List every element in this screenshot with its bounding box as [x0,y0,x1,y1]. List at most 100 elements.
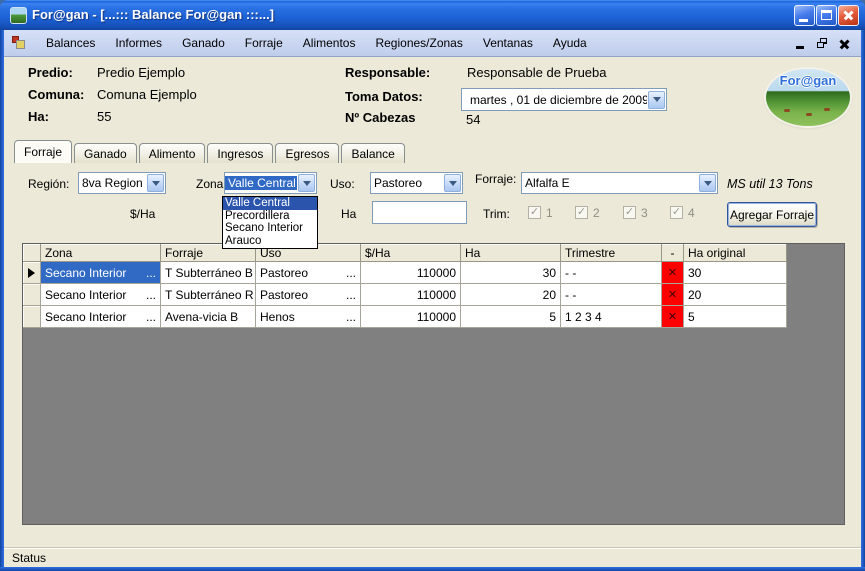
tab-ganado[interactable]: Ganado [74,143,137,163]
ellipsis-button[interactable]: ... [346,266,356,280]
col-header-ha[interactable]: Ha [461,244,561,262]
comuna-value: Comuna Ejemplo [97,87,197,102]
zona-option-arauco[interactable]: Arauco [223,235,317,248]
grid-corner-cell [23,244,41,262]
toma-datos-label: Toma Datos: [345,89,423,104]
table-row: Secano Interior... T Subterráneo R Pasto… [23,284,844,306]
row-selector-cell[interactable] [23,262,41,284]
cell-pha[interactable]: 110000 [361,284,461,306]
col-header-delete[interactable]: - [662,244,684,262]
mdi-close-button[interactable] [839,38,851,50]
ellipsis-button[interactable]: ... [146,288,156,302]
forraje-dropdown-button[interactable] [699,174,716,192]
cell-forraje[interactable]: T Subterráneo B [161,262,256,284]
close-button[interactable] [838,5,859,26]
ellipsis-button[interactable]: ... [346,310,356,324]
forraje-combobox[interactable]: Alfalfa E [521,172,718,194]
delete-row-button[interactable]: ✕ [662,306,684,328]
check-icon: ✓ [672,207,681,218]
cell-uso[interactable]: Pastoreo... [256,284,361,306]
delete-row-button[interactable]: ✕ [662,262,684,284]
cell-zona[interactable]: Secano Interior... [41,262,161,284]
cell-zona[interactable]: Secano Interior... [41,284,161,306]
menu-regiones-zonas[interactable]: Regiones/Zonas [365,30,472,56]
zona-option-valle-central[interactable]: Valle Central [223,197,317,210]
window-frame-bottom [0,567,865,571]
mdi-minimize-button[interactable] [795,38,807,50]
cell-trimestre[interactable]: 1 2 3 4 [561,306,662,328]
menu-ayuda[interactable]: Ayuda [543,30,597,56]
ha-label: Ha: [28,109,49,124]
window-frame-right [861,30,865,567]
col-header-ha-original[interactable]: Ha original [684,244,787,262]
trim-1-checkbox[interactable]: ✓ [528,206,541,219]
row-selector-cell[interactable] [23,284,41,306]
cell-trimestre[interactable]: - - [561,284,662,306]
zona-option-secano-interior[interactable]: Secano Interior [223,222,317,235]
window-title: For@gan - [...::: Balance For@gan :::...… [32,0,274,30]
ellipsis-button[interactable]: ... [146,266,156,280]
tab-ingresos[interactable]: Ingresos [207,143,273,163]
mdi-window-controls [795,30,851,57]
trim-4-checkbox[interactable]: ✓ [670,206,683,219]
app-icon [10,7,27,24]
cell-ha[interactable]: 20 [461,284,561,306]
col-header-zona[interactable]: Zona [41,244,161,262]
mdi-child-icon[interactable] [12,36,26,50]
zona-dropdown-button[interactable] [298,174,315,192]
menu-balances[interactable]: Balances [36,30,105,56]
cell-ha-original[interactable]: 20 [684,284,787,306]
menu-informes[interactable]: Informes [105,30,172,56]
cell-zona[interactable]: Secano Interior... [41,306,161,328]
toma-datos-datepicker[interactable]: martes , 01 de diciembre de 2009 [461,88,667,111]
menu-forraje[interactable]: Forraje [235,30,293,56]
trim-2-checkbox[interactable]: ✓ [575,206,588,219]
maximize-button[interactable] [816,5,837,26]
menu-alimentos[interactable]: Alimentos [293,30,366,56]
uso-label: Uso: [330,177,355,191]
tab-egresos[interactable]: Egresos [275,143,339,163]
row-selector-cell[interactable] [23,306,41,328]
cell-trimestre[interactable]: - - [561,262,662,284]
cell-forraje[interactable]: T Subterráneo R [161,284,256,306]
cell-ha-original[interactable]: 30 [684,262,787,284]
cell-pha[interactable]: 110000 [361,306,461,328]
cell-ha[interactable]: 5 [461,306,561,328]
region-dropdown-button[interactable] [147,174,164,192]
delete-row-button[interactable]: ✕ [662,284,684,306]
cell-uso[interactable]: Pastoreo... [256,262,361,284]
region-combobox[interactable]: 8va Region [78,172,166,194]
tab-forraje[interactable]: Forraje [14,140,72,163]
zona-option-precordillera[interactable]: Precordillera [223,210,317,223]
trim-2-label: 2 [593,206,600,220]
uso-combobox[interactable]: Pastoreo [370,172,463,194]
uso-dropdown-button[interactable] [444,174,461,192]
tab-balance[interactable]: Balance [341,143,404,163]
minimize-button[interactable] [794,5,815,26]
menu-ventanas[interactable]: Ventanas [473,30,543,56]
cell-ha[interactable]: 30 [461,262,561,284]
grid-header-row: Zona Forraje Uso $/Ha Ha Trimestre - Ha … [23,244,844,262]
menu-ganado[interactable]: Ganado [172,30,235,56]
delete-x-icon: ✕ [668,266,677,279]
tab-alimento[interactable]: Alimento [139,143,206,163]
cell-ha-original[interactable]: 5 [684,306,787,328]
agregar-forraje-button[interactable]: Agregar Forraje [727,202,817,227]
cell-pha[interactable]: 110000 [361,262,461,284]
cell-forraje[interactable]: Avena-vicia B [161,306,256,328]
chevron-down-icon [449,181,457,186]
forraje-label: Forraje: [475,172,516,186]
ha-input[interactable] [372,201,467,224]
col-header-trimestre[interactable]: Trimestre [561,244,662,262]
app-window: For@gan - [...::: Balance For@gan :::...… [0,0,865,571]
mdi-restore-button[interactable] [817,38,829,50]
zona-combobox[interactable]: Valle Central [224,172,317,194]
trim-3-checkbox[interactable]: ✓ [623,206,636,219]
cell-uso[interactable]: Henos... [256,306,361,328]
datepicker-dropdown-button[interactable] [648,91,665,109]
ellipsis-button[interactable]: ... [146,310,156,324]
ellipsis-button[interactable]: ... [346,288,356,302]
responsable-value: Responsable de Prueba [467,65,607,80]
table-row: Secano Interior... T Subterráneo B Pasto… [23,262,844,284]
col-header-pha[interactable]: $/Ha [361,244,461,262]
